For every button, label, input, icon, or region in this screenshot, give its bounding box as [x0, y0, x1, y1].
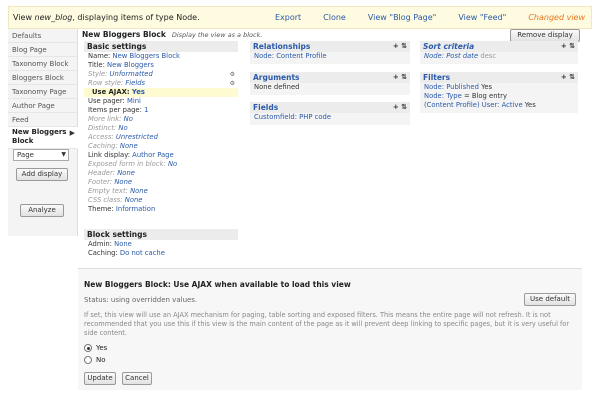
- ajax-settings-form: New Bloggers Block: Use AJAX when availa…: [78, 268, 582, 390]
- view-title: View new_blog, displaying items of type …: [13, 13, 200, 22]
- field-item[interactable]: Customfield: PHP code: [250, 113, 410, 122]
- use-default-button[interactable]: Use default: [524, 293, 576, 306]
- gear-icon[interactable]: ⚙: [230, 79, 235, 88]
- arguments-heading: Arguments: [253, 73, 300, 82]
- export-link[interactable]: Export: [275, 13, 301, 22]
- basic-setting-row[interactable]: Access: Unrestricted: [84, 133, 238, 142]
- relationship-item[interactable]: Node: Content Profile: [250, 52, 410, 61]
- view-blog-page-link[interactable]: View "Blog Page": [368, 13, 436, 22]
- basic-setting-row[interactable]: Caching: None: [84, 142, 238, 151]
- block-caching-row[interactable]: Caching: Do not cache: [84, 249, 238, 258]
- tab-author-page[interactable]: Author Page: [8, 99, 77, 113]
- display-title: New Bloggers Block Display the view as a …: [82, 30, 263, 39]
- tab-active-label: New Bloggers Block: [12, 128, 67, 145]
- relationships-panel: Relationships + ⇅ Node: Content Profile: [250, 41, 410, 64]
- cancel-button[interactable]: Cancel: [122, 372, 152, 385]
- add-rearrange-icons[interactable]: + ⇅: [561, 72, 575, 83]
- tab-taxonomy-page[interactable]: Taxonomy Page: [8, 85, 77, 99]
- basic-setting-row[interactable]: Use pager: Mini: [84, 97, 238, 106]
- basic-setting-row[interactable]: Items per page: 1: [84, 106, 238, 115]
- display-tabs: Defaults Blog Page Taxonomy Block Blogge…: [8, 29, 78, 236]
- view-actions: Export Clone View "Blog Page" View "Feed…: [253, 13, 585, 22]
- basic-setting-row[interactable]: Theme: Information: [84, 205, 238, 214]
- tab-new-bloggers-block[interactable]: New Bloggers Block ▶: [8, 127, 78, 149]
- sort-heading: Sort criteria: [423, 42, 475, 51]
- arguments-value: None defined: [254, 83, 300, 91]
- block-settings-heading: Block settings: [84, 229, 238, 240]
- basic-setting-row[interactable]: Name: New Bloggers Block: [84, 52, 238, 61]
- basic-setting-row[interactable]: Row style: Fields ⚙: [84, 79, 238, 88]
- analyze-button[interactable]: Analyze: [20, 204, 64, 217]
- radio-selected-icon: [84, 344, 92, 352]
- basic-settings-panel: Basic settings Name: New Bloggers Block T…: [84, 41, 238, 223]
- form-title: New Bloggers Block: Use AJAX when availa…: [84, 280, 351, 289]
- basic-setting-row[interactable]: Link display: Author Page: [84, 151, 238, 160]
- right-column: Sort criteria + ⇅ Node: Post date desc Fi…: [420, 41, 578, 113]
- basic-setting-row[interactable]: More link: No: [84, 115, 238, 124]
- filters-panel: Filters + ⇅ Node: Published Yes Node: Typ…: [420, 72, 578, 113]
- add-rearrange-icons[interactable]: + ⇅: [561, 41, 575, 52]
- basic-setting-row[interactable]: Footer: None: [84, 178, 238, 187]
- filters-heading: Filters: [423, 73, 451, 82]
- clone-link[interactable]: Clone: [323, 13, 346, 22]
- fields-panel: Fields + ⇅ Customfield: PHP code: [250, 102, 410, 125]
- gear-icon[interactable]: ⚙: [230, 70, 235, 79]
- radio-no[interactable]: No: [84, 356, 106, 364]
- add-rearrange-icons[interactable]: + ⇅: [393, 72, 407, 83]
- fields-heading: Fields: [253, 103, 279, 112]
- add-rearrange-icons[interactable]: + ⇅: [393, 41, 407, 52]
- display-subtitle: Display the view as a block.: [171, 31, 263, 39]
- chevron-down-icon: ▼: [61, 151, 66, 158]
- display-type-select[interactable]: Page ▼: [13, 149, 69, 161]
- basic-settings-heading: Basic settings: [84, 41, 238, 52]
- tab-defaults[interactable]: Defaults: [8, 29, 77, 43]
- tab-blog-page[interactable]: Blog Page: [8, 43, 77, 57]
- view-feed-link[interactable]: View "Feed": [458, 13, 506, 22]
- update-button[interactable]: Update: [84, 372, 116, 385]
- filter-item[interactable]: Node: Published Yes: [420, 83, 578, 92]
- middle-column: Relationships + ⇅ Node: Content Profile A…: [250, 41, 410, 125]
- view-header: View new_blog, displaying items of type …: [8, 6, 592, 29]
- tab-feed[interactable]: Feed: [8, 113, 77, 127]
- filter-item[interactable]: (Content Profile) User: Active Yes: [420, 101, 578, 110]
- basic-setting-row[interactable]: Empty text: None: [84, 187, 238, 196]
- basic-setting-row[interactable]: Style: Unformatted ⚙: [84, 70, 238, 79]
- block-settings-panel: Block settings Admin: None Caching: Do n…: [84, 229, 238, 258]
- basic-setting-row[interactable]: Exposed form in block: No: [84, 160, 238, 169]
- changed-view-label: Changed view: [528, 13, 585, 22]
- filter-item[interactable]: Node: Type = Blog entry: [420, 92, 578, 101]
- arguments-panel: Arguments + ⇅ None defined: [250, 72, 410, 95]
- basic-setting-row[interactable]: Use AJAX: Yes: [84, 88, 238, 97]
- add-rearrange-icons[interactable]: + ⇅: [393, 102, 407, 113]
- basic-setting-row[interactable]: Header: None: [84, 169, 238, 178]
- tab-bloggers-block[interactable]: Bloggers Block: [8, 71, 77, 85]
- display-type-value: Page: [17, 151, 34, 159]
- sort-criteria-panel: Sort criteria + ⇅ Node: Post date desc: [420, 41, 578, 64]
- basic-setting-row[interactable]: Title: New Bloggers: [84, 61, 238, 70]
- radio-unselected-icon: [84, 356, 92, 364]
- arrow-right-icon: ▶: [69, 129, 75, 137]
- basic-setting-row[interactable]: Distinct: No: [84, 124, 238, 133]
- add-display-button[interactable]: Add display: [16, 168, 68, 181]
- relationships-heading: Relationships: [253, 42, 311, 51]
- form-help-text: If set, this view will use an AJAX mecha…: [84, 311, 570, 337]
- tab-taxonomy-block[interactable]: Taxonomy Block: [8, 57, 77, 71]
- radio-yes[interactable]: Yes: [84, 344, 107, 352]
- form-status: Status: using overridden values.: [84, 296, 198, 304]
- sort-item[interactable]: Node: Post date desc: [420, 52, 578, 61]
- block-admin-row[interactable]: Admin: None: [84, 240, 238, 249]
- basic-setting-row[interactable]: CSS class: None: [84, 196, 238, 205]
